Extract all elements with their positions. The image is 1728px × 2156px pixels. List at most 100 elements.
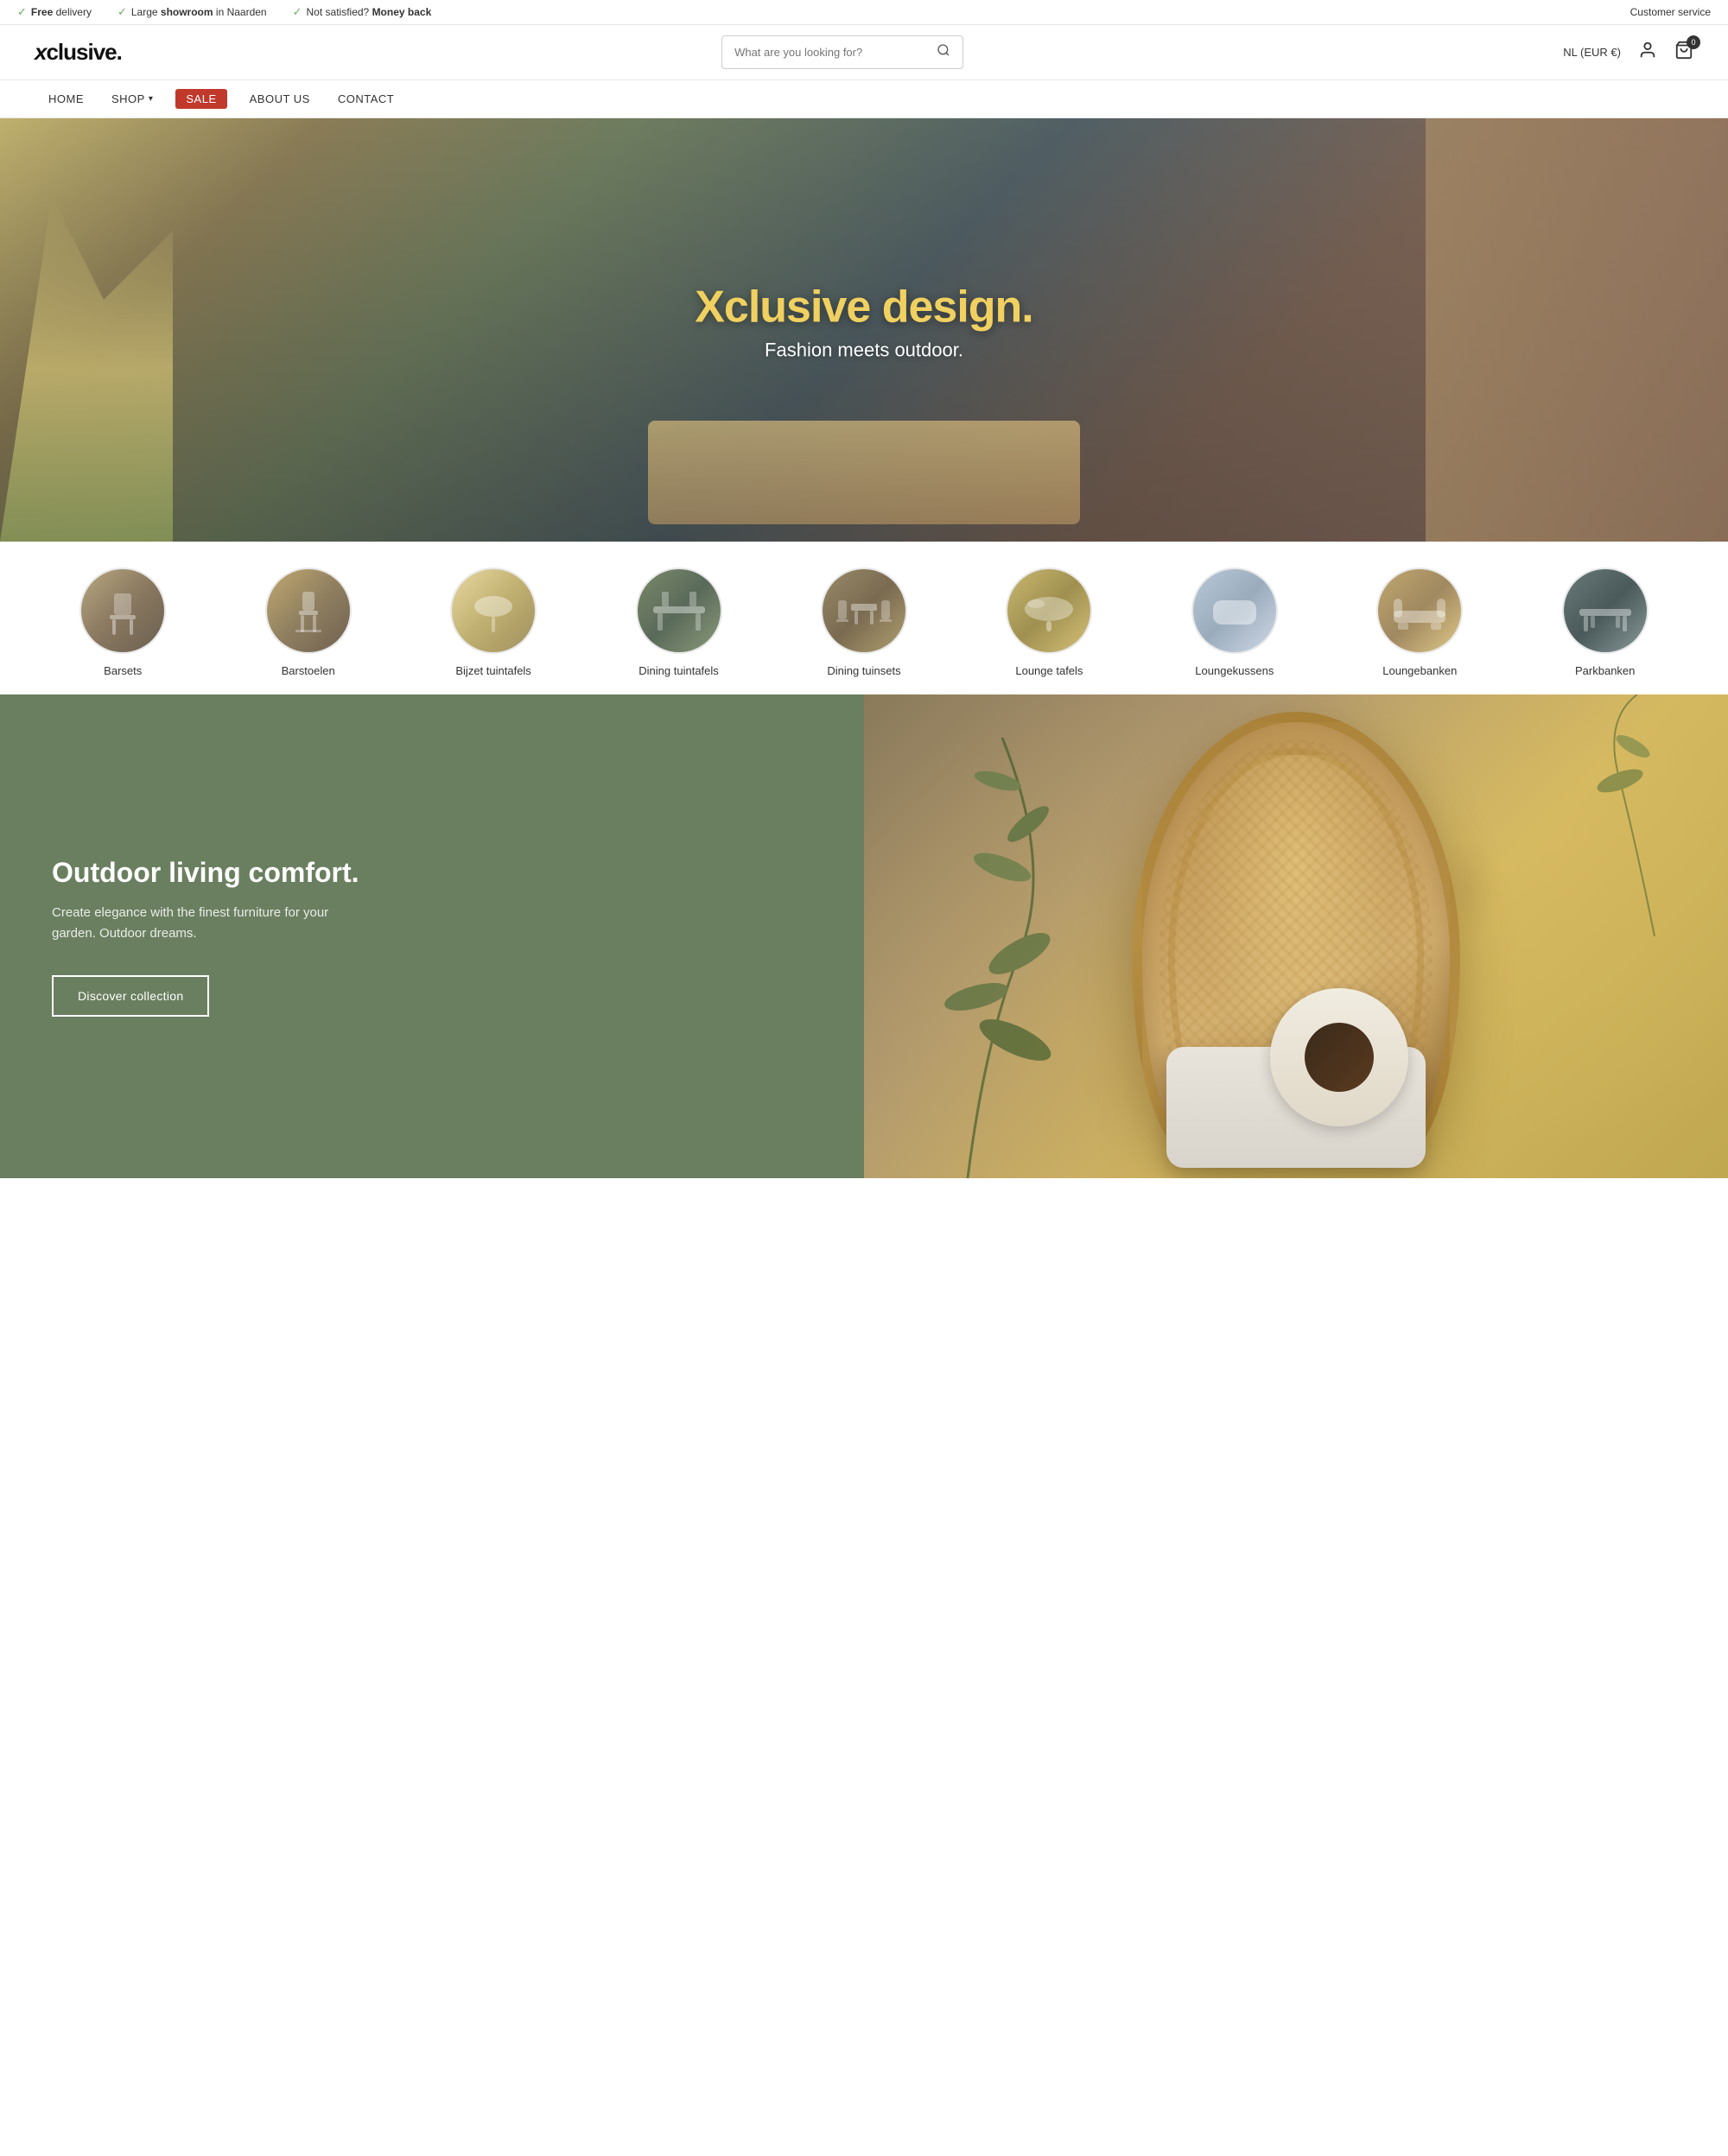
announcement-text-showroom: Large showroom in Naarden [131, 6, 267, 18]
category-img-dining-tuinsets [823, 569, 905, 652]
category-img-barsets [81, 569, 164, 652]
header: xclusive. NL (EUR €) 0 [0, 25, 1728, 80]
category-circle-dining-tuinsets [821, 568, 907, 654]
nav-sale[interactable]: SALE [175, 89, 226, 109]
cart-button[interactable]: 0 [1674, 41, 1693, 65]
check-icon-delivery: ✓ [17, 5, 27, 19]
hero-section: Xclusive design. Fashion meets outdoor. [0, 118, 1728, 542]
user-account-button[interactable] [1638, 41, 1657, 65]
cart-count: 0 [1687, 35, 1700, 49]
side-table [1270, 988, 1408, 1126]
category-circle-loungebanken [1376, 568, 1463, 654]
category-lounge-tafels[interactable]: Lounge tafels [961, 568, 1137, 677]
dining-tafels-icon [649, 585, 709, 637]
category-loungebanken[interactable]: Loungebanken [1331, 568, 1508, 677]
announcement-text-money: Not satisfied? Money back [307, 6, 432, 18]
hero-title-highlight: design. [870, 282, 1032, 332]
hero-table-decoration [648, 421, 1080, 524]
category-img-bijzet [452, 569, 535, 652]
loungebanken-icon [1389, 585, 1450, 637]
announcement-showroom: ✓ Large showroom in Naarden [118, 5, 267, 19]
logo[interactable]: xclusive. [35, 39, 122, 66]
category-label-lounge-tafels: Lounge tafels [1015, 664, 1083, 677]
category-circle-barsets [79, 568, 166, 654]
category-label-loungekussens: Loungekussens [1195, 664, 1274, 677]
plate [1305, 1023, 1374, 1092]
dining-tuinsets-icon [834, 585, 894, 637]
barsets-icon [101, 585, 144, 637]
category-label-dining-tafels: Dining tuintafels [638, 664, 719, 677]
nav-shop[interactable]: SHOP ▾ [98, 80, 167, 117]
category-img-parkbanken [1564, 569, 1647, 652]
category-label-parkbanken: Parkbanken [1575, 664, 1635, 677]
hero-text-block: Xclusive design. Fashion meets outdoor. [695, 282, 1033, 361]
hero-background: Xclusive design. Fashion meets outdoor. [0, 118, 1728, 542]
category-img-loungebanken [1378, 569, 1461, 652]
promo-title: Outdoor living comfort. [52, 856, 812, 889]
bijzet-icon [467, 585, 519, 637]
category-label-bijzet: Bijzet tuintafels [455, 664, 530, 677]
announcement-money-back: ✓ Not satisfied? Money back [293, 5, 432, 19]
category-barstoelen[interactable]: Barstoelen [219, 568, 396, 677]
barstoelen-icon [287, 585, 330, 637]
logo-x: x [35, 39, 46, 66]
chair-container [1132, 712, 1460, 1161]
nav-contact[interactable]: CONTACT [324, 80, 408, 117]
promo-left-panel: Outdoor living comfort. Create elegance … [0, 694, 864, 1178]
promo-subtitle: Create elegance with the finest furnitur… [52, 903, 363, 944]
hero-wall-decoration [1426, 118, 1728, 542]
category-loungekussens[interactable]: Loungekussens [1147, 568, 1323, 677]
category-parkbanken[interactable]: Parkbanken [1517, 568, 1693, 677]
category-dining-tuinsets[interactable]: Dining tuinsets [776, 568, 952, 677]
category-img-dining-tafels [638, 569, 721, 652]
language-selector[interactable]: NL (EUR €) [1563, 46, 1621, 59]
discover-collection-button[interactable]: Discover collection [52, 975, 209, 1017]
shop-chevron: ▾ [149, 94, 154, 104]
category-circle-dining-tafels [636, 568, 722, 654]
categories-grid: Barsets Barstoelen [35, 568, 1693, 677]
hero-title-main: Xclusive [695, 282, 870, 332]
check-icon-money: ✓ [293, 5, 302, 19]
lounge-tafels-icon [1019, 585, 1079, 637]
rattan-chair-art [864, 694, 1728, 1178]
hero-grass-decoration [0, 196, 173, 542]
announcement-text-delivery: Free delivery [31, 6, 92, 18]
category-img-loungekussens [1193, 569, 1276, 652]
category-img-lounge-tafels [1007, 569, 1090, 652]
category-circle-loungekussens [1191, 568, 1278, 654]
check-icon-showroom: ✓ [118, 5, 127, 19]
category-img-barstoelen [267, 569, 350, 652]
categories-section: Barsets Barstoelen [0, 542, 1728, 694]
customer-service-link[interactable]: Customer service [1630, 6, 1711, 18]
header-right: NL (EUR €) 0 [1563, 41, 1693, 65]
logo-text: clusive. [46, 39, 121, 66]
category-circle-bijzet [450, 568, 537, 654]
promo-section: Outdoor living comfort. Create elegance … [0, 694, 1728, 1178]
announcement-items: ✓ Free delivery ✓ Large showroom in Naar… [17, 5, 431, 19]
navigation: HOME SHOP ▾ SALE ABOUT US CONTACT [0, 80, 1728, 118]
category-barsets[interactable]: Barsets [35, 568, 211, 677]
search-bar [721, 35, 963, 69]
announcement-free-delivery: ✓ Free delivery [17, 5, 92, 19]
category-label-loungebanken: Loungebanken [1382, 664, 1457, 677]
promo-right-panel [864, 694, 1728, 1178]
hero-subtitle: Fashion meets outdoor. [695, 339, 1033, 361]
user-icon [1638, 41, 1657, 60]
parkbanken-icon [1575, 585, 1636, 637]
category-circle-barstoelen [265, 568, 352, 654]
category-bijzet[interactable]: Bijzet tuintafels [405, 568, 581, 677]
category-label-dining-tuinsets: Dining tuinsets [827, 664, 900, 677]
loungekussens-icon [1204, 585, 1265, 637]
nav-about[interactable]: ABOUT US [236, 80, 324, 117]
category-circle-parkbanken [1562, 568, 1649, 654]
announcement-bar: ✓ Free delivery ✓ Large showroom in Naar… [0, 0, 1728, 25]
category-dining-tafels[interactable]: Dining tuintafels [590, 568, 766, 677]
category-circle-lounge-tafels [1006, 568, 1092, 654]
category-label-barsets: Barsets [104, 664, 142, 677]
category-label-barstoelen: Barstoelen [282, 664, 335, 677]
hero-title: Xclusive design. [695, 282, 1033, 332]
search-button[interactable] [937, 43, 950, 61]
nav-home[interactable]: HOME [35, 80, 98, 117]
search-icon [937, 43, 950, 57]
search-input[interactable] [734, 46, 937, 59]
